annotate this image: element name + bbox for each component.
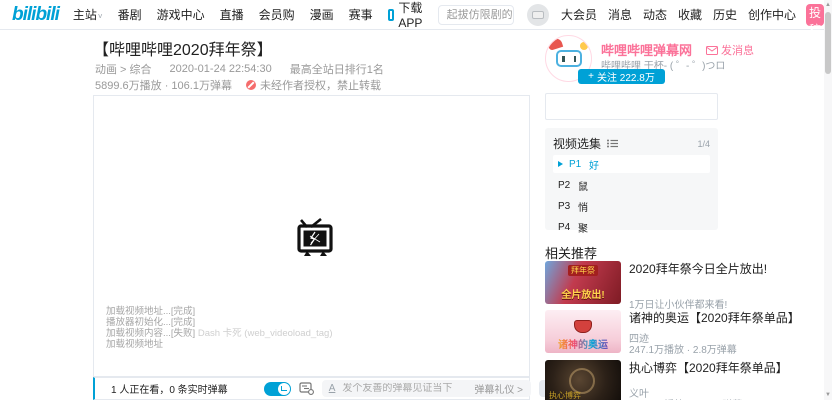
playlist-card: 视频选集 1/4 P1 好 P2 鼠 P3 悄 P4 聚 <box>545 128 718 230</box>
play-danmaku-stats: 5899.6万播放 · 106.1万弹幕 <box>95 77 232 93</box>
playlist-item-p4[interactable]: P4 聚 <box>553 218 710 236</box>
thumbnail-text: 执心博弈 <box>549 390 581 400</box>
nav-item-vip[interactable]: 大会员 <box>561 6 597 23</box>
related-video-stats: 247.1万播放 · 2.8万弹幕 <box>629 341 737 356</box>
banner-placeholder <box>545 93 718 120</box>
nav-item-esports[interactable]: 赛事 <box>349 6 373 23</box>
related-video-title[interactable]: 执心博弈【2020拜年祭单品】 <box>629 360 820 376</box>
video-player[interactable]: 加载视频地址...[完成] 播放器初始化...[完成] 加载视频内容...[失败… <box>93 95 530 377</box>
nav-item-history[interactable]: 历史 <box>713 6 737 23</box>
related-video-note: 1万日让小伙伴都来看! <box>629 296 727 311</box>
chevron-down-icon: ˅ <box>98 12 103 21</box>
page-scrollbar: ▲ ▼ <box>824 0 832 400</box>
danmaku-toggle[interactable] <box>264 382 291 396</box>
log-line: 加载视频内容...[失败] Dash 卡死 (web_videoload_tag… <box>106 328 333 339</box>
video-stats-row: 5899.6万播放 · 106.1万弹幕 未经作者授权，禁止转载 <box>95 77 381 93</box>
no-reprint-icon <box>246 80 256 90</box>
scrollbar-thumb[interactable] <box>825 12 831 74</box>
log-line: 加载视频地址 <box>106 339 333 350</box>
no-reprint-notice: 未经作者授权，禁止转载 <box>246 77 381 93</box>
playlist-item-p3[interactable]: P3 悄 <box>553 197 710 215</box>
bilibili-tv-mascot-icon <box>556 50 582 67</box>
page: bilibili 主站˅ 番剧 游戏中心 直播 会员购 漫画 赛事 下载APP <box>0 0 832 400</box>
related-video-thumbnail[interactable]: 执心博弈 <box>545 360 621 400</box>
related-videos-title: 相关推荐 <box>545 243 597 262</box>
upload-button[interactable]: 投稿 <box>806 4 824 26</box>
related-video-item: 执心博弈 执心博弈【2020拜年祭单品】 义叶 300.3万播放 · 18.3万… <box>545 360 820 400</box>
danmaku-toggle-knob <box>278 383 290 395</box>
related-video-title[interactable]: 2020拜年祭今日全片放出! <box>629 261 820 277</box>
nav-item-bangumi[interactable]: 番剧 <box>118 6 142 23</box>
user-nav: 大会员 消息 动态 收藏 历史 创作中心 <box>561 6 796 23</box>
send-message-link[interactable]: 发消息 <box>706 42 754 58</box>
video-meta-row: 动画 > 综合 2020-01-24 22:54:30 最高全站日排行1名 <box>95 61 384 77</box>
rank-badge: 最高全站日排行1名 <box>290 61 384 77</box>
avatar-face-icon <box>532 11 544 19</box>
log-line: 加载视频地址...[完成] <box>106 306 333 317</box>
playlist-page-indicator: 1/4 <box>697 139 710 149</box>
related-video-thumbnail[interactable]: 诸神的奥运 <box>545 310 621 353</box>
log-error-detail: Dash 卡死 (web_videoload_tag) <box>198 328 333 339</box>
related-video-item: 诸神的奥运 诸神的奥运【2020拜年祭单品】 四迹 247.1万播放 · 2.8… <box>545 310 820 356</box>
main-nav: 主站˅ 番剧 游戏中心 直播 会员购 漫画 赛事 <box>73 6 373 23</box>
thumbnail-badge: 拜年祭 <box>568 265 598 276</box>
scrollbar-down-arrow[interactable]: ▼ <box>824 390 832 400</box>
playlist-item-p1[interactable]: P1 好 <box>553 155 710 173</box>
thumbnail-art <box>574 320 592 333</box>
nav-item-favorites[interactable]: 收藏 <box>678 6 702 23</box>
playlist-title: 视频选集 <box>553 135 601 152</box>
top-navbar: bilibili 主站˅ 番剧 游戏中心 直播 会员购 漫画 赛事 下载APP <box>0 0 824 30</box>
publish-time: 2020-01-24 22:54:30 <box>170 63 272 75</box>
search-box <box>438 5 514 25</box>
festive-deco-icon <box>580 42 588 50</box>
follow-button[interactable]: + 关注 222.8万 <box>578 69 665 84</box>
related-video-item: 拜年祭 全片放出! 2020拜年祭今日全片放出! 1万日让小伙伴都来看! <box>545 261 820 307</box>
font-style-icon[interactable]: A <box>329 383 336 394</box>
video-title: 【哔哩哔哩2020拜年祭】 <box>93 36 273 60</box>
danmaku-settings-icon[interactable] <box>299 382 314 395</box>
danmaku-on-icon <box>281 386 287 391</box>
nav-item-messages[interactable]: 消息 <box>608 6 632 23</box>
plus-icon: + <box>588 71 594 82</box>
thumbnail-text: 全片放出! <box>561 286 604 301</box>
danmaku-send-bar: 1 人正在看，0 条实时弹幕 A 弹幕礼仪 > 发送 <box>93 377 530 400</box>
playlist-header: 视频选集 1/4 <box>553 135 710 152</box>
thumbnail-text: 诸神的奥运 <box>558 336 608 351</box>
danmaku-etiquette-link[interactable]: 弹幕礼仪 > <box>474 381 523 396</box>
nav-item-feed[interactable]: 动态 <box>643 6 667 23</box>
envelope-icon <box>706 46 718 55</box>
playlist-menu-icon[interactable] <box>607 139 618 148</box>
download-app-button[interactable]: 下载APP <box>388 0 425 30</box>
festive-hat-icon <box>547 37 563 51</box>
phone-icon <box>388 9 395 21</box>
related-video-stats: 300.3万播放 · 18.3万弹幕 <box>629 396 742 400</box>
nav-item-live[interactable]: 直播 <box>220 6 244 23</box>
nav-item-game-center[interactable]: 游戏中心 <box>157 6 205 23</box>
watching-count: 1 人正在看，0 条实时弹幕 <box>111 381 228 396</box>
scrollbar-up-arrow[interactable]: ▲ <box>824 0 832 10</box>
log-line: 播放器初始化...[完成] <box>106 317 333 328</box>
playlist-item-p2[interactable]: P2 鼠 <box>553 176 710 194</box>
user-avatar[interactable] <box>527 4 549 26</box>
bilibili-logo[interactable]: bilibili <box>12 4 59 26</box>
breadcrumb[interactable]: 动画 > 综合 <box>95 61 152 77</box>
nav-item-creator-center[interactable]: 创作中心 <box>748 6 796 23</box>
nav-item-vip-shop[interactable]: 会员购 <box>259 6 295 23</box>
nav-item-manga[interactable]: 漫画 <box>310 6 334 23</box>
related-video-thumbnail[interactable]: 拜年祭 全片放出! <box>545 261 621 304</box>
player-load-log: 加载视频地址...[完成] 播放器初始化...[完成] 加载视频内容...[失败… <box>106 306 333 350</box>
broken-tv-icon <box>296 218 334 263</box>
danmaku-input-area: A 弹幕礼仪 > <box>322 380 531 397</box>
search-input[interactable] <box>439 9 514 21</box>
related-video-title[interactable]: 诸神的奥运【2020拜年祭单品】 <box>629 310 820 326</box>
nav-item-home[interactable]: 主站˅ <box>73 6 103 23</box>
playing-icon <box>558 161 563 167</box>
danmaku-input[interactable] <box>342 383 474 394</box>
